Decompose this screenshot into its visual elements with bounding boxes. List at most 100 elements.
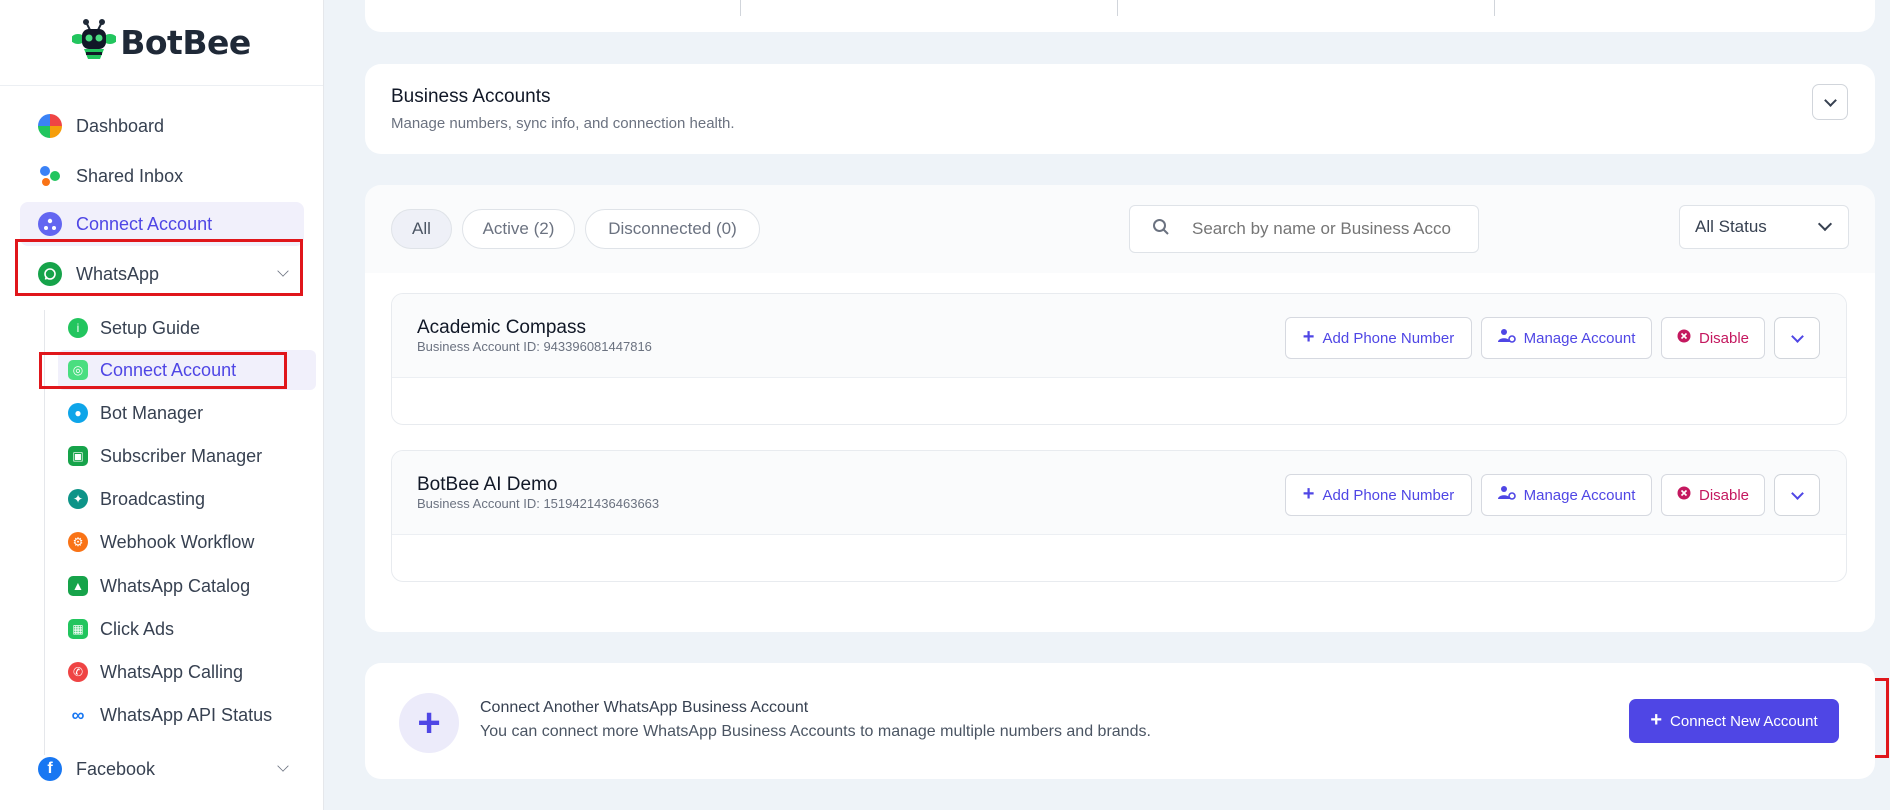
connect-new-account-button[interactable]: + Connect New Account [1629,699,1839,743]
button-label: Manage Account [1523,329,1636,347]
account-card-header: Academic Compass Business Account ID: 94… [392,294,1846,378]
bee-robot-icon [71,17,118,68]
manage-account-button[interactable]: Manage Account [1481,474,1652,516]
tab-all[interactable]: All [391,209,452,249]
tab-active[interactable]: Active (2) [462,209,575,249]
account-name: Academic Compass [417,317,586,338]
section-subtitle: Manage numbers, sync info, and connectio… [391,115,735,132]
chevron-down-icon [277,265,289,277]
sidebar-subitem-label: WhatsApp Calling [100,661,244,682]
collapse-toggle-button[interactable] [1812,84,1848,120]
stats-strip [365,0,1875,32]
disable-button[interactable]: Disable [1661,474,1765,516]
submenu-guide-line [44,310,45,755]
sidebar-subitem-label: WhatsApp API Status [100,704,273,725]
sidebar-subitem-subscriber-manager[interactable]: ▣ Subscriber Manager [58,436,316,476]
manage-account-button[interactable]: Manage Account [1481,317,1652,359]
sidebar-subitem-webhook-workflow[interactable]: ⚙ Webhook Workflow [58,522,316,562]
bot-icon: ● [68,403,88,423]
sidebar-subitem-click-ads[interactable]: ▦ Click Ads [58,609,316,649]
stats-divider [740,0,741,16]
sidebar-subitem-broadcasting[interactable]: ✦ Broadcasting [58,479,316,519]
sidebar-subitem-setup-guide[interactable]: i Setup Guide [58,308,316,348]
webhook-icon: ⚙ [68,532,88,552]
meta-icon: ∞ [71,704,85,725]
broadcast-icon: ✦ [68,489,88,509]
button-label: Disable [1698,486,1750,504]
close-circle-icon [1677,486,1691,504]
sidebar-subitem-connect-account[interactable]: ◎ Connect Account [58,350,316,390]
info-icon: i [68,318,88,338]
sidebar-subitem-label: Broadcasting [100,488,206,509]
sidebar-item-shared-inbox[interactable]: Shared Inbox [20,154,304,198]
sidebar-item-label: Shared Inbox [76,165,184,186]
sidebar-item-label: WhatsApp [76,263,160,284]
plus-icon: + [1302,483,1315,505]
button-label: Disable [1698,329,1750,347]
business-accounts-header: Business Accounts Manage numbers, sync i… [365,64,1875,154]
sidebar-subitem-label: Setup Guide [100,317,201,338]
chevron-down-icon [1823,93,1837,107]
account-card-header: BotBee AI Demo Business Account ID: 1519… [392,451,1846,535]
brand-logo[interactable]: BotBee [0,0,323,86]
sidebar-subitem-label: Bot Manager [100,402,204,423]
catalog-icon: ▲ [68,576,88,596]
add-phone-number-button[interactable]: + Add Phone Number [1285,317,1472,359]
section-title: Business Accounts [391,86,551,107]
button-label: Connect New Account [1670,712,1818,730]
sidebar-subitem-bot-manager[interactable]: ● Bot Manager [58,393,316,433]
sidebar-item-connect-account[interactable]: Connect Account [20,202,304,246]
status-select-value: All Status [1695,217,1767,236]
plus-icon: + [1302,326,1315,348]
sidebar-item-label: Dashboard [76,115,165,136]
account-name: BotBee AI Demo [417,474,558,495]
sidebar-subitem-whatsapp-api-status[interactable]: ∞ WhatsApp API Status [58,695,316,735]
sidebar-subitem-label: Click Ads [100,618,175,639]
stats-divider [1117,0,1118,16]
account-card: Academic Compass Business Account ID: 94… [391,293,1847,425]
button-label: Add Phone Number [1322,329,1455,347]
stats-divider [1494,0,1495,16]
connect-another-subtitle: You can connect more WhatsApp Business A… [480,723,1151,740]
close-circle-icon [1677,329,1691,347]
shared-inbox-icon [38,164,62,188]
whatsapp-icon [38,262,62,286]
search-input[interactable] [1192,219,1452,239]
account-id: Business Account ID: 1519421436463663 [417,496,660,511]
disable-button[interactable]: Disable [1661,317,1765,359]
chevron-down-icon [1817,216,1833,232]
sidebar-item-label: Connect Account [76,213,213,234]
sidebar-subitem-label: Subscriber Manager [100,445,263,466]
sidebar-item-label: Facebook [76,758,156,779]
expand-account-button[interactable] [1774,317,1820,359]
sidebar-subitem-whatsapp-calling[interactable]: ✆ WhatsApp Calling [58,652,316,692]
facebook-icon: f [38,757,62,781]
connect-another-card: + Connect Another WhatsApp Business Acco… [365,663,1875,779]
user-gear-icon [1497,485,1516,505]
sidebar: BotBee Dashboard Shared Inbox Connect Ac… [0,0,324,810]
add-phone-number-button[interactable]: + Add Phone Number [1285,474,1472,516]
brand-name: BotBee [120,23,251,62]
calling-icon: ✆ [68,662,88,682]
sidebar-item-facebook[interactable]: f Facebook [20,747,304,791]
sidebar-subitem-whatsapp-catalog[interactable]: ▲ WhatsApp Catalog [58,566,316,606]
account-card: BotBee AI Demo Business Account ID: 1519… [391,450,1847,582]
expand-account-button[interactable] [1774,474,1820,516]
search-icon [1152,218,1170,241]
plus-icon: + [399,693,459,753]
account-search [1129,205,1479,253]
subscriber-icon: ▣ [68,446,88,466]
connect-another-title: Connect Another WhatsApp Business Accoun… [480,699,809,716]
account-id: Business Account ID: 943396081447816 [417,339,652,354]
chevron-down-icon [1790,486,1804,500]
tab-disconnected[interactable]: Disconnected (0) [585,209,760,249]
whatsapp-connect-icon: ◎ [68,360,88,380]
connect-account-icon [38,212,62,236]
sidebar-item-whatsapp[interactable]: WhatsApp [20,252,304,296]
plus-icon: + [1650,708,1663,731]
user-gear-icon [1497,328,1516,348]
status-select[interactable]: All Status [1679,205,1849,249]
chevron-down-icon [277,760,289,772]
sidebar-item-dashboard[interactable]: Dashboard [20,104,304,148]
dashboard-icon [38,114,62,138]
